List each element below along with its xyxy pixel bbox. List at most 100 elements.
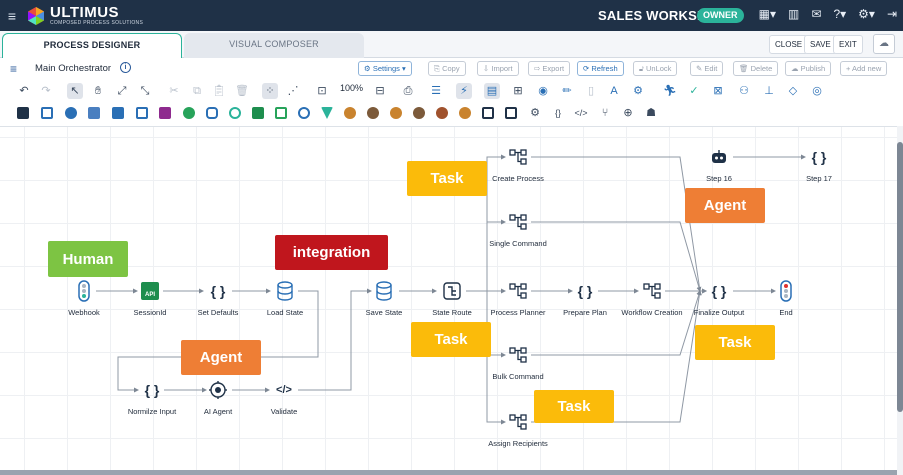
node-load-state[interactable]: Load State: [260, 280, 310, 317]
node-workflow-creation[interactable]: Workflow Creation: [618, 280, 686, 317]
node-step-16[interactable]: Step 16: [700, 146, 738, 183]
gear-palette-icon[interactable]: ⚙: [527, 105, 543, 121]
node-set-defaults[interactable]: { } Set Defaults: [192, 280, 244, 317]
sticky-note-agent[interactable]: Agent: [685, 188, 765, 223]
board-view-icon[interactable]: ▥: [788, 7, 799, 21]
person-b-palette-icon[interactable]: [367, 107, 379, 119]
logout-icon[interactable]: ⇥: [887, 7, 897, 21]
trash-icon[interactable]: 🗑︎: [234, 83, 250, 99]
diamond-icon[interactable]: ◇: [785, 83, 801, 99]
mail-palette-icon[interactable]: [41, 107, 53, 119]
database-palette-icon[interactable]: [65, 107, 77, 119]
sticky-note-task[interactable]: Task: [411, 322, 491, 357]
undo-icon[interactable]: ↶: [16, 83, 32, 99]
settings-dropdown[interactable]: ⚙ Settings ▾: [358, 61, 412, 76]
page-icon[interactable]: ▯: [583, 83, 599, 99]
copy-icon[interactable]: ⧉: [189, 83, 205, 99]
branch-palette-icon[interactable]: ⑂: [597, 105, 613, 121]
robot-palette-icon[interactable]: ☗: [643, 105, 659, 121]
unlock-button[interactable]: 🔓︎ UnLock: [633, 61, 678, 76]
document-palette-icon[interactable]: [88, 107, 100, 119]
node-bulk-command[interactable]: Bulk Command: [490, 344, 546, 381]
sticky-note-task[interactable]: Task: [695, 325, 775, 360]
globe-palette-icon[interactable]: [183, 107, 195, 119]
tab-visual-composer[interactable]: VISUAL COMPOSER: [184, 33, 364, 58]
palette-icon[interactable]: ◎: [809, 83, 825, 99]
sticky-note-task[interactable]: Task: [407, 161, 487, 196]
list-icon[interactable]: ☰: [428, 83, 444, 99]
sticky-note-task[interactable]: Task: [534, 390, 614, 423]
collapse-icon[interactable]: ⤡: [137, 83, 153, 99]
delete-button[interactable]: 🗑︎ Delete: [733, 61, 779, 76]
import-button[interactable]: ⇩ Import: [477, 61, 519, 76]
node-validate[interactable]: </> Validate: [264, 379, 304, 416]
hamburger-menu-icon[interactable]: ≡: [10, 62, 17, 76]
grid-icon[interactable]: ⁘: [262, 83, 278, 99]
node-normalize-input[interactable]: { } Normilze Input: [122, 379, 182, 416]
library-icon[interactable]: ⊞: [510, 83, 526, 99]
person-e-palette-icon[interactable]: [436, 107, 448, 119]
settings-gear-icon[interactable]: ⚙▾: [858, 7, 875, 21]
node-step-17[interactable]: { } Step 17: [800, 146, 838, 183]
edit-palette-icon[interactable]: [275, 107, 287, 119]
info-icon[interactable]: i: [120, 62, 131, 73]
node-save-state[interactable]: Save State: [360, 280, 408, 317]
node-process-planner[interactable]: Process Planner: [490, 280, 546, 317]
brand-logo[interactable]: ULTIMUS COMPOSED PROCESS SOLUTIONS: [26, 5, 143, 26]
cloud-sync-icon[interactable]: ☁: [873, 34, 895, 54]
redo-icon[interactable]: ↷: [38, 83, 54, 99]
cloud-palette-icon[interactable]: [229, 107, 241, 119]
node-end[interactable]: End: [768, 280, 804, 317]
filter-palette-icon[interactable]: [321, 107, 333, 119]
lightning-icon[interactable]: ⚡︎: [456, 83, 472, 99]
pan-hand-icon[interactable]: ✋︎: [90, 83, 106, 99]
connector-palette-icon[interactable]: [206, 107, 218, 119]
sticky-note-human[interactable]: Human: [48, 241, 128, 277]
edit-button[interactable]: ✎ Edit: [690, 61, 724, 76]
document-settings-icon[interactable]: ▤: [484, 83, 500, 99]
refresh-button[interactable]: ⟳ Refresh: [577, 61, 624, 76]
export-button[interactable]: ⇨ Export: [528, 61, 571, 76]
snap-icon[interactable]: ⋰: [285, 83, 301, 99]
check-icon[interactable]: ✓: [686, 83, 702, 99]
inbox-icon[interactable]: ✉: [811, 7, 821, 21]
apps-grid-icon[interactable]: ▦▾: [759, 7, 776, 21]
org-chart-icon[interactable]: ⊥: [761, 83, 777, 99]
text-icon[interactable]: A: [606, 83, 622, 99]
node-create-process[interactable]: Create Process: [490, 146, 546, 183]
pointer-tool-icon[interactable]: ↖: [67, 83, 83, 99]
paste-icon[interactable]: 📋︎: [211, 83, 227, 99]
table-palette-icon[interactable]: [136, 107, 148, 119]
node-prepare-plan[interactable]: { } Prepare Plan: [560, 280, 610, 317]
connector-dropdown-icon[interactable]: ⚙: [630, 83, 646, 99]
zoom-out-icon[interactable]: ⊟: [372, 83, 388, 99]
node-finalize-output[interactable]: { } Finalize Output: [692, 280, 746, 317]
print-icon[interactable]: ⎙: [400, 83, 416, 99]
publish-button[interactable]: ☁ Publish: [785, 61, 832, 76]
close-button[interactable]: CLOSE: [769, 35, 809, 54]
cut-icon[interactable]: ✂: [166, 83, 182, 99]
exit-button[interactable]: EXIT: [833, 35, 863, 54]
api-palette-icon[interactable]: [252, 107, 264, 119]
node-group-icon[interactable]: ⚇: [736, 83, 752, 99]
vertical-scroll-thumb[interactable]: [897, 142, 903, 412]
person-f-palette-icon[interactable]: [459, 107, 471, 119]
mark-palette-icon[interactable]: [159, 107, 171, 119]
grid-palette-icon[interactable]: [505, 107, 517, 119]
sticky-note-agent[interactable]: Agent: [181, 340, 261, 375]
node-state-route[interactable]: State Route: [426, 280, 478, 317]
printer-palette-icon[interactable]: [17, 107, 29, 119]
app-menu-icon[interactable]: ≡: [0, 0, 24, 31]
globe-outline-palette-icon[interactable]: ⊕: [620, 105, 636, 121]
sticky-note-integration[interactable]: integration: [275, 235, 388, 270]
box-palette-icon[interactable]: [482, 107, 494, 119]
node-ai-agent[interactable]: AI Agent: [198, 379, 238, 416]
code-palette-icon[interactable]: </>: [573, 105, 589, 121]
horizontal-scrollbar[interactable]: [0, 470, 897, 475]
person-a-palette-icon[interactable]: [344, 107, 356, 119]
help-icon[interactable]: ?▾: [833, 7, 846, 21]
node-single-command[interactable]: Single Command: [488, 211, 548, 248]
add-new-button[interactable]: + Add new: [840, 61, 888, 76]
node-session-id[interactable]: API SessionId: [126, 280, 174, 317]
settings-palette-icon[interactable]: [298, 107, 310, 119]
